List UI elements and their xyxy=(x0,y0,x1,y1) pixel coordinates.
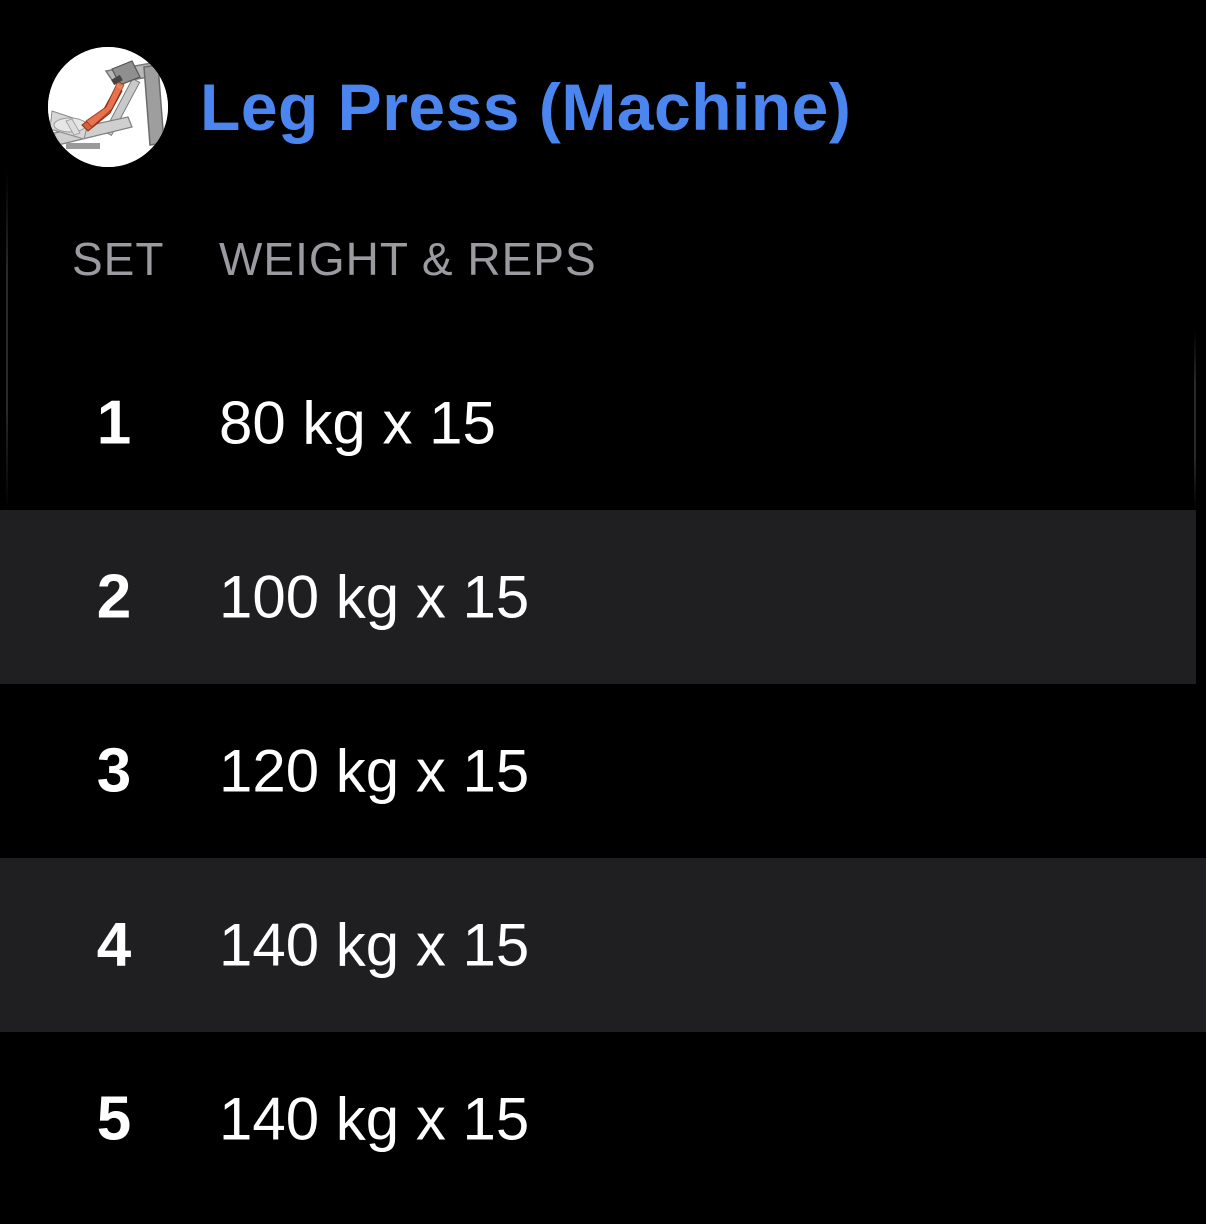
set-row: 4 140 kg x 15 xyxy=(0,858,1206,1032)
set-weight-reps: 140 kg x 15 xyxy=(219,1085,530,1153)
set-row: 3 120 kg x 15 xyxy=(0,684,1206,858)
column-header-set: SET xyxy=(72,233,165,285)
set-weight-reps: 100 kg x 15 xyxy=(219,563,530,631)
exercise-title[interactable]: Leg Press (Machine) xyxy=(200,69,851,145)
set-number: 3 xyxy=(96,736,132,806)
exercise-header[interactable]: Leg Press (Machine) xyxy=(48,47,851,167)
set-row: 1 80 kg x 15 xyxy=(0,336,1206,510)
set-weight-reps: 80 kg x 15 xyxy=(219,389,496,457)
set-row: 2 100 kg x 15 xyxy=(0,510,1196,684)
set-number: 4 xyxy=(96,910,132,980)
column-header-weight-reps: WEIGHT & REPS xyxy=(219,233,597,285)
exercise-card: Leg Press (Machine) SET WEIGHT & REPS 1 … xyxy=(0,0,1206,1224)
set-weight-reps: 140 kg x 15 xyxy=(219,911,530,979)
sets-list: 1 80 kg x 15 2 100 kg x 15 3 120 kg x 15… xyxy=(0,336,1206,1206)
sets-column-headers: SET WEIGHT & REPS xyxy=(0,232,1206,296)
leg-press-machine-icon[interactable] xyxy=(48,47,168,167)
set-number: 2 xyxy=(96,562,132,632)
set-number: 5 xyxy=(96,1084,132,1154)
set-weight-reps: 120 kg x 15 xyxy=(219,737,530,805)
set-row: 5 140 kg x 15 xyxy=(0,1032,1206,1206)
set-number: 1 xyxy=(96,388,132,458)
